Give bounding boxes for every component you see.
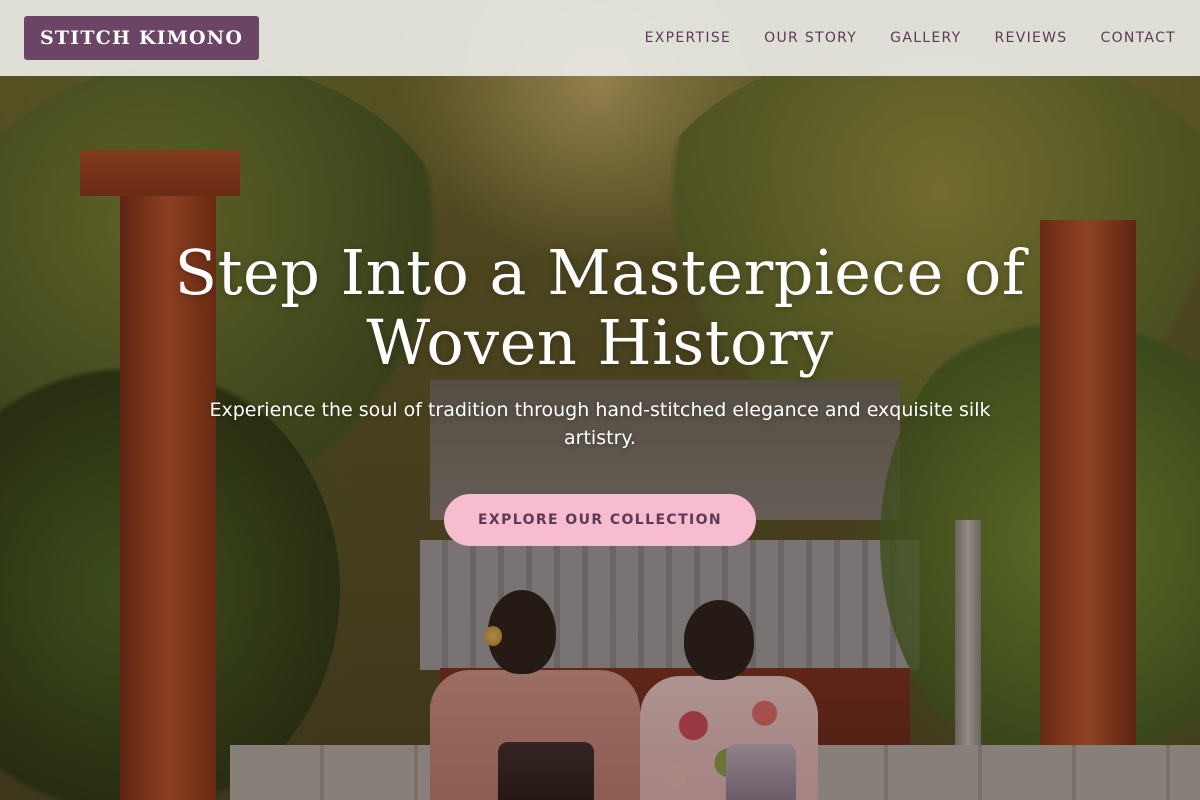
- hero-subtitle: Experience the soul of tradition through…: [209, 399, 991, 449]
- nav-link-contact[interactable]: CONTACT: [1101, 30, 1177, 46]
- landing-page: STITCH KIMONO EXPERTISE OUR STORY GALLER…: [0, 0, 1200, 800]
- nav-link-reviews[interactable]: REVIEWS: [995, 30, 1068, 46]
- main-nav: EXPERTISE OUR STORY GALLERY REVIEWS CONT…: [645, 0, 1176, 76]
- explore-collection-button[interactable]: EXPLORE OUR COLLECTION: [444, 494, 756, 546]
- hero-section: Step Into a Masterpiece of Woven History…: [0, 238, 1200, 546]
- nav-link-our-story[interactable]: OUR STORY: [764, 30, 857, 46]
- nav-link-gallery[interactable]: GALLERY: [890, 30, 961, 46]
- site-header: STITCH KIMONO EXPERTISE OUR STORY GALLER…: [0, 0, 1200, 76]
- nav-link-expertise[interactable]: EXPERTISE: [645, 30, 732, 46]
- site-logo[interactable]: STITCH KIMONO: [24, 16, 260, 60]
- hero-title: Step Into a Masterpiece of Woven History: [174, 236, 1026, 379]
